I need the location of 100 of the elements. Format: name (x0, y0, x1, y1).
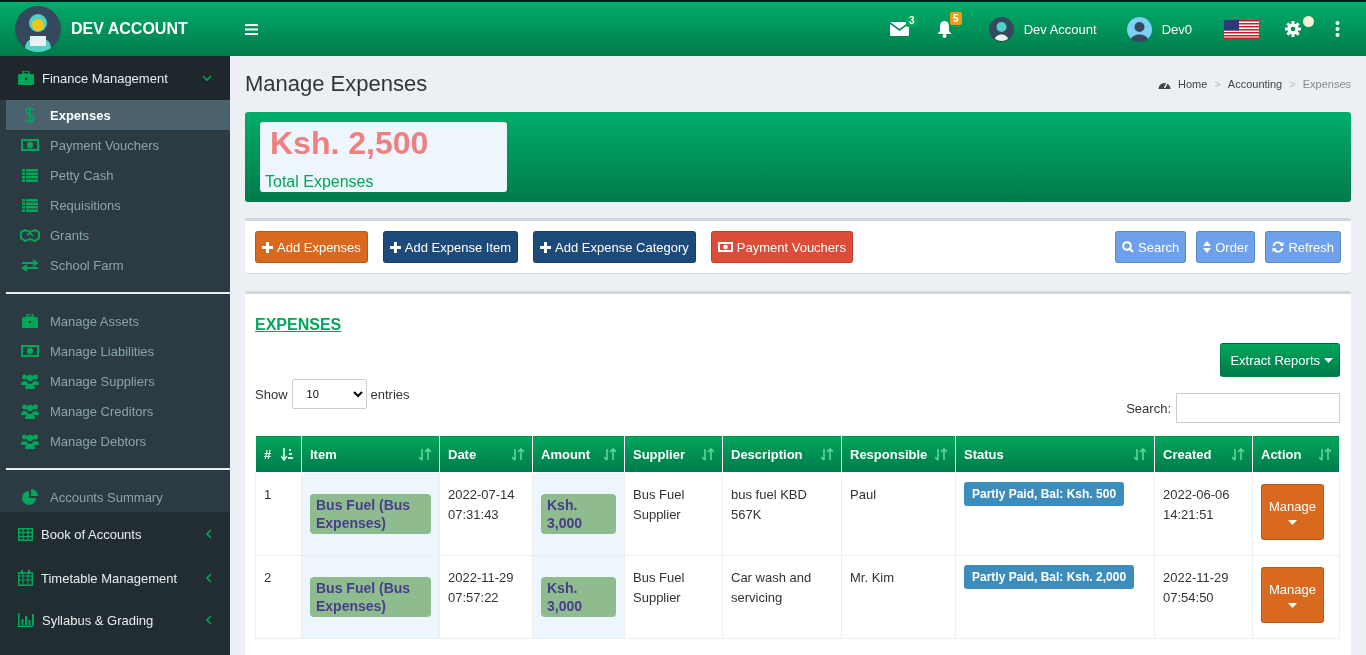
sidebar-menu[interactable]: Syllabus & Grading (0, 600, 230, 640)
sidebar-item[interactable]: Manage Creditors (6, 396, 230, 426)
caret-icon (1288, 520, 1297, 525)
page-title: Manage Expenses (245, 71, 428, 97)
toolbar-button[interactable]: Add Expenses (255, 231, 368, 263)
breadcrumb-link[interactable]: Accounting (1227, 78, 1283, 90)
caret-icon (1324, 357, 1333, 363)
banknote-icon (21, 345, 39, 357)
column-header[interactable]: Action (1252, 435, 1340, 473)
stat-value: Ksh. 2,500 (269, 125, 430, 162)
entries-select[interactable]: 10 (291, 379, 367, 409)
avatar-icon[interactable] (1126, 16, 1152, 42)
exchange-arrows-icon (21, 258, 39, 272)
user-name[interactable]: Dev0 (1161, 21, 1192, 37)
sidebar-item[interactable]: Petty Cash (6, 160, 230, 190)
chevron-down-icon (202, 74, 212, 82)
sidebar-item[interactable]: Manage Suppliers (6, 366, 230, 396)
menu-icon[interactable] (245, 23, 258, 35)
banknote-icon (21, 139, 39, 151)
column-header[interactable]: Description (722, 435, 842, 473)
column-header[interactable]: # (255, 435, 302, 473)
table-cell: Bus Fuel Supplier (624, 472, 723, 556)
envelope-icon[interactable] (889, 22, 909, 36)
sidebar-item[interactable]: Requisitions (6, 190, 230, 220)
more-icon[interactable] (1335, 21, 1340, 37)
sort-icon (1232, 447, 1244, 461)
column-header[interactable]: Item (301, 435, 440, 473)
sidebar-menu[interactable]: Finance Management (0, 56, 230, 100)
table-cell: Bus Fuel Supplier (624, 555, 723, 639)
avatar-icon[interactable] (988, 16, 1014, 42)
logo-avatar-icon (15, 6, 61, 52)
search-icon (1122, 241, 1135, 253)
status-badge: Partly Paid, Bal: Ksh. 500 (964, 482, 1125, 506)
toolbar-button[interactable]: Add Expense Category (533, 231, 696, 263)
users-icon (21, 403, 39, 419)
sidebar-menu[interactable]: Timetable Management (0, 556, 230, 600)
toolbar-button[interactable]: Refresh (1265, 231, 1341, 263)
column-header[interactable]: Responsible (841, 435, 956, 473)
sort-icon (419, 447, 431, 461)
briefcase-icon (22, 314, 38, 328)
notification-badge: 3 (906, 14, 918, 27)
toolbar-button[interactable]: Add Expense Item (382, 231, 519, 263)
calendar-icon (18, 570, 33, 586)
breadcrumb-separator: > (1289, 78, 1296, 90)
list-icon (22, 198, 38, 212)
users-icon (21, 373, 39, 389)
user-name[interactable]: Dev Account (1023, 21, 1097, 37)
sort-icon (512, 447, 524, 461)
breadcrumb-link[interactable]: Home (1178, 78, 1208, 90)
sort-icon (604, 447, 616, 461)
toolbar-button[interactable]: Search (1115, 231, 1187, 263)
toolbar-button[interactable]: Order (1196, 231, 1256, 263)
chevron-left-icon (205, 573, 212, 583)
column-header[interactable]: Created (1154, 435, 1253, 473)
table-cell: Paul (841, 472, 956, 556)
sort-icon (935, 447, 947, 461)
settings-icon[interactable] (1285, 21, 1301, 37)
manage-button[interactable]: Manage (1261, 567, 1324, 623)
plus-icon (262, 241, 273, 253)
sidebar-item[interactable]: Grants (6, 220, 230, 250)
search-field[interactable] (1176, 393, 1340, 423)
section-title[interactable]: EXPENSES (255, 316, 342, 334)
table-cell: bus fuel KBD 567K (722, 472, 842, 556)
chevron-left-icon (205, 615, 212, 625)
column-header[interactable]: Supplier (624, 435, 723, 473)
sidebar-item[interactable]: Manage Debtors (6, 426, 230, 456)
list-icon (22, 168, 38, 182)
search-label: Search: (1126, 400, 1171, 416)
chevron-left-icon (205, 529, 212, 539)
refresh-icon (1272, 241, 1285, 253)
sidebar-item[interactable]: Payment Vouchers (6, 130, 230, 160)
brand-name: DEV ACCOUNT (71, 20, 188, 38)
bell-icon[interactable] (935, 20, 953, 38)
stat-label: Total Expenses (265, 173, 375, 192)
table-cell: 2022-07-14 07:31:43 (439, 472, 533, 556)
sidebar-item[interactable]: Accounts Summary (6, 482, 230, 512)
flag-icon[interactable] (1224, 19, 1259, 39)
dollar-icon (24, 106, 36, 124)
sidebar-item[interactable]: Manage Assets (6, 306, 230, 336)
plus-icon (389, 241, 401, 253)
sidebar-item[interactable]: Expenses (6, 100, 230, 130)
table-cell: 2 (255, 555, 302, 639)
handshake-icon (20, 228, 40, 242)
pie-chart-icon (22, 489, 38, 505)
column-header[interactable]: Date (439, 435, 533, 473)
amount-tag: Ksh. 3,000 (541, 577, 616, 617)
sidebar-item[interactable]: School Farm (6, 250, 230, 280)
notification-badge: 5 (950, 12, 962, 25)
column-header[interactable]: Amount (532, 435, 625, 473)
extract-reports-button[interactable]: Extract Reports (1220, 343, 1340, 377)
sort-ascending-icon (281, 447, 293, 461)
table-cell: 2022-11-29 07:57:22 (439, 555, 533, 639)
table-icon (18, 527, 33, 541)
sidebar-item[interactable]: Manage Liabilities (6, 336, 230, 366)
breadcrumb-current: Expenses (1302, 78, 1351, 90)
column-header[interactable]: Status (955, 435, 1155, 473)
sidebar-menu[interactable]: Book of Accounts (0, 512, 230, 556)
manage-button[interactable]: Manage (1261, 484, 1324, 540)
toolbar-button[interactable]: Payment Vouchers (710, 231, 853, 263)
table-cell: 1 (255, 472, 302, 556)
